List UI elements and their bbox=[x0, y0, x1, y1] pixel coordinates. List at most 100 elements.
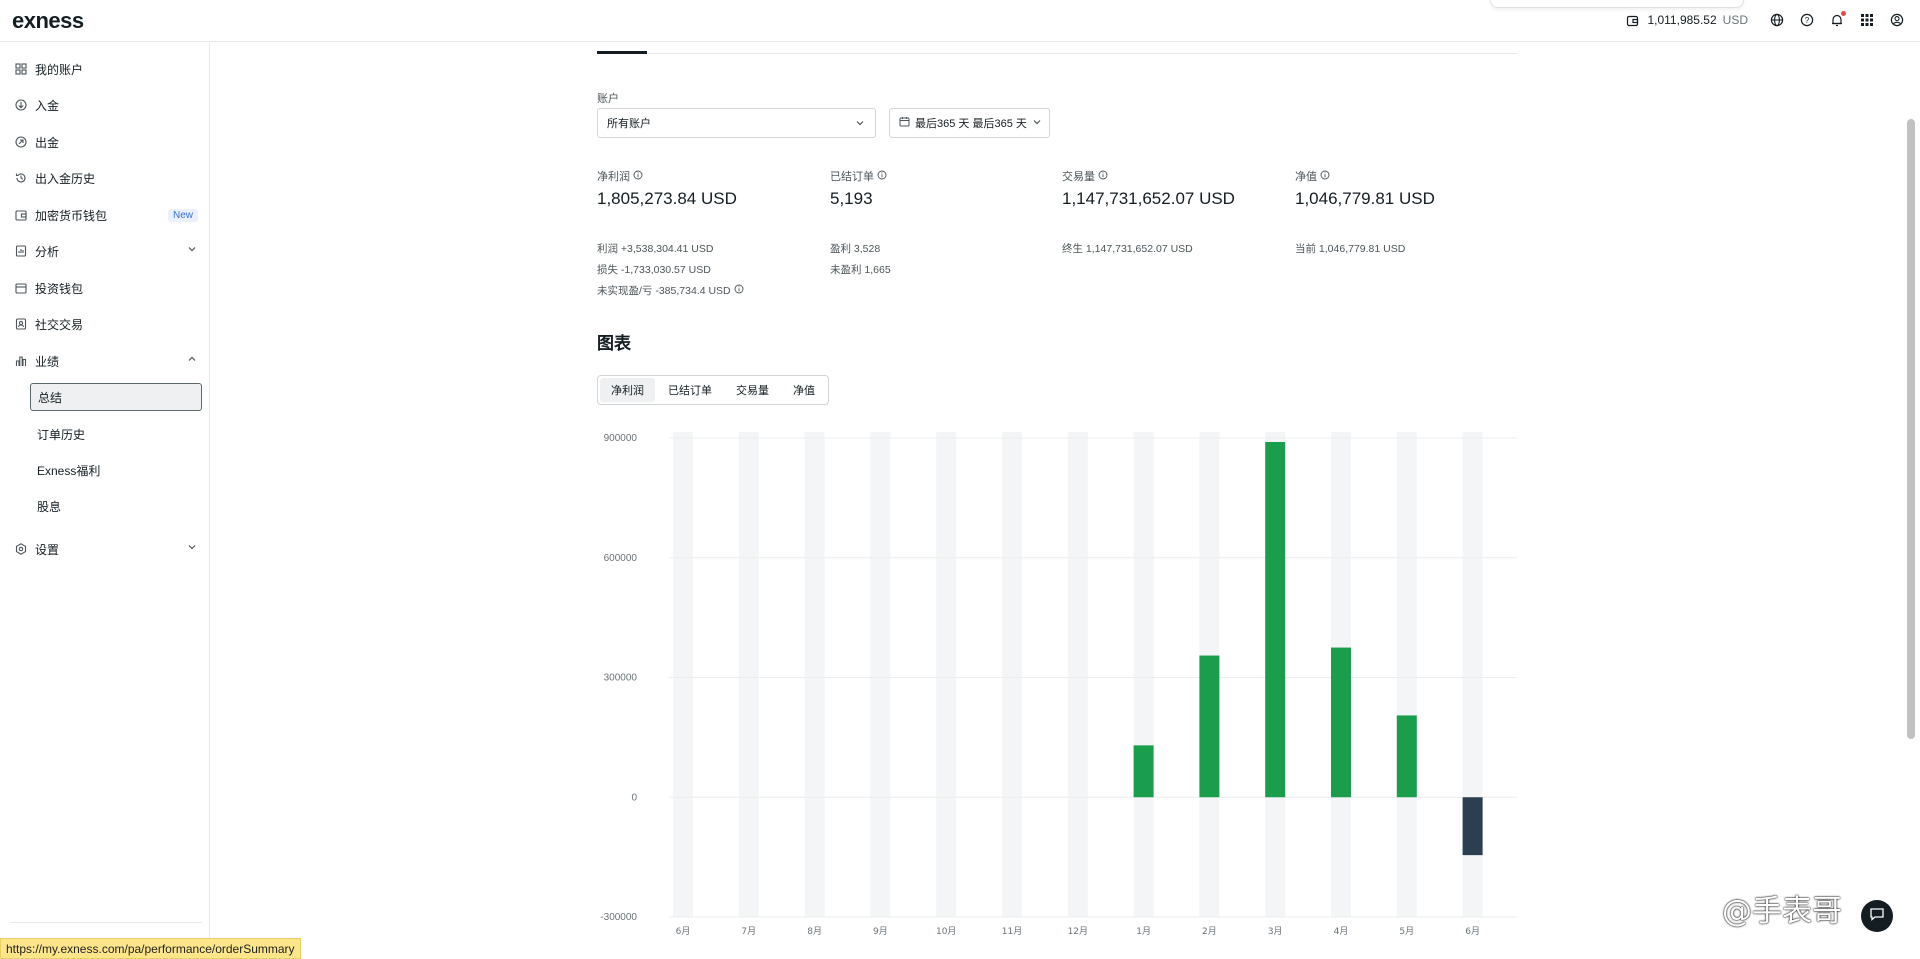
chart-section-title: 图表 bbox=[597, 334, 631, 353]
stat-trading-volume: 交易量 1,147,731,652.07 USD bbox=[1062, 168, 1282, 209]
sidebar-item-label: 分析 bbox=[35, 244, 60, 259]
info-icon[interactable] bbox=[633, 170, 643, 183]
chart-bar[interactable] bbox=[1199, 655, 1220, 798]
sidebar-item-social-trading[interactable]: 社交交易 bbox=[14, 312, 198, 336]
user-icon[interactable] bbox=[1888, 11, 1906, 29]
chart-bar[interactable] bbox=[1396, 715, 1417, 798]
y-tick-label: -300000 bbox=[600, 912, 637, 923]
closed-orders-breakdown: 盈利 3,528 未盈利 1,665 bbox=[830, 239, 891, 281]
watermark-text: @手表哥 bbox=[1722, 894, 1842, 929]
sidebar-item-deposit[interactable]: 入金 bbox=[14, 93, 198, 117]
chart-bar[interactable] bbox=[1462, 797, 1483, 856]
page-scrollbar[interactable] bbox=[1904, 43, 1918, 959]
sidebar-item-label: 入金 bbox=[35, 98, 60, 113]
history-icon bbox=[14, 171, 28, 185]
tab-net-profit[interactable]: 净利润 bbox=[600, 378, 655, 402]
x-tick-label: 12月 bbox=[1068, 926, 1088, 937]
bar-chart-icon bbox=[14, 354, 28, 368]
info-icon[interactable] bbox=[734, 281, 744, 302]
account-select[interactable]: 所有账户 bbox=[597, 108, 876, 138]
x-tick-label: 4月 bbox=[1334, 926, 1349, 937]
chevron-down-icon bbox=[1032, 117, 1042, 130]
chart-band bbox=[738, 432, 759, 917]
sidebar-item-label: 社交交易 bbox=[35, 317, 84, 332]
analysis-icon bbox=[14, 244, 28, 258]
chevron-down-icon bbox=[186, 541, 198, 556]
equity-breakdown: 当前 1,046,779.81 USD bbox=[1295, 239, 1405, 260]
info-icon[interactable] bbox=[1098, 170, 1108, 183]
sidebar-item-analysis[interactable]: 分析 bbox=[14, 239, 198, 263]
sidebar-item-crypto-wallet[interactable]: 加密货币钱包 New bbox=[14, 203, 198, 227]
sidebar-item-withdraw[interactable]: 出金 bbox=[14, 130, 198, 154]
date-range-select[interactable]: 最后365 天 最后365 天 bbox=[889, 108, 1050, 138]
chart-bar[interactable] bbox=[1133, 745, 1154, 798]
bell-icon[interactable] bbox=[1828, 11, 1846, 29]
sidebar-item-my-accounts[interactable]: 我的账户 bbox=[14, 57, 198, 81]
calendar-icon bbox=[899, 116, 910, 130]
balance-currency: USD bbox=[1722, 13, 1748, 27]
sidebar-item-settings[interactable]: 设置 bbox=[14, 537, 198, 561]
help-icon[interactable]: ? bbox=[1798, 11, 1816, 29]
withdraw-icon bbox=[14, 135, 28, 149]
sidebar-subitem-summary[interactable]: 总结 bbox=[30, 383, 202, 411]
balance-display[interactable]: 1,011,985.52 USD bbox=[1623, 11, 1748, 29]
info-icon[interactable] bbox=[877, 170, 887, 183]
unrealized-line: 未实现盈/亏 -385,734.4 USD bbox=[597, 285, 731, 297]
stat-value: 1,147,731,652.07 USD bbox=[1062, 189, 1235, 208]
chevron-down-icon bbox=[855, 118, 865, 131]
sidebar-item-label: 加密货币钱包 bbox=[35, 208, 108, 223]
tab-equity[interactable]: 净值 bbox=[782, 378, 826, 402]
chat-icon bbox=[1869, 906, 1885, 927]
chevron-up-icon bbox=[186, 353, 198, 368]
y-tick-label: 300000 bbox=[604, 673, 638, 684]
x-tick-label: 2月 bbox=[1202, 926, 1217, 937]
chart-bar[interactable] bbox=[1265, 441, 1286, 798]
loss-line: 损失 -1,733,030.57 USD bbox=[597, 264, 711, 276]
x-tick-label: 6月 bbox=[676, 926, 691, 937]
chart-band bbox=[1002, 432, 1022, 917]
sidebar-item-label: 设置 bbox=[35, 542, 60, 557]
sidebar-item-label: 业绩 bbox=[35, 354, 60, 369]
sidebar-subitem-order-history[interactable]: 订单历史 bbox=[30, 420, 202, 448]
account-select-value: 所有账户 bbox=[607, 118, 651, 130]
unprofitable-line: 未盈利 1,665 bbox=[830, 264, 891, 276]
header-actions: 1,011,985.52 USD ? bbox=[1623, 11, 1906, 29]
chart-band bbox=[870, 432, 891, 917]
sidebar-item-investment-wallet[interactable]: 投资钱包 bbox=[14, 276, 198, 300]
globe-icon[interactable] bbox=[1768, 11, 1786, 29]
sidebar-item-performance[interactable]: 业绩 bbox=[14, 349, 198, 373]
x-tick-label: 10月 bbox=[936, 926, 956, 937]
stat-net-profit: 净利润 1,805,273.84 USD bbox=[597, 168, 817, 209]
lifetime-line: 终生 1,147,731,652.07 USD bbox=[1062, 243, 1193, 255]
x-tick-label: 7月 bbox=[741, 926, 756, 937]
x-tick-label: 11月 bbox=[1002, 926, 1022, 937]
tab-volume[interactable]: 交易量 bbox=[725, 378, 780, 402]
sidebar-item-label: 出金 bbox=[35, 135, 60, 150]
sidebar-item-transaction-history[interactable]: 出入金历史 bbox=[14, 166, 198, 190]
y-tick-label: 900000 bbox=[604, 433, 638, 444]
volume-breakdown: 终生 1,147,731,652.07 USD bbox=[1062, 239, 1193, 260]
stat-value: 5,193 bbox=[830, 189, 873, 208]
chat-button[interactable] bbox=[1861, 900, 1893, 932]
tabs-baseline bbox=[597, 53, 1517, 54]
sidebar-subitem-dividends[interactable]: 股息 bbox=[30, 492, 202, 520]
chart-bar[interactable] bbox=[1331, 647, 1351, 798]
scrollbar-thumb[interactable] bbox=[1907, 119, 1915, 739]
stat-title: 交易量 bbox=[1062, 171, 1095, 183]
sidebar-item-label: 我的账户 bbox=[35, 62, 84, 77]
settings-icon bbox=[14, 542, 28, 556]
info-icon[interactable] bbox=[1320, 170, 1330, 183]
y-tick-label: 600000 bbox=[604, 553, 638, 564]
tab-closed-orders[interactable]: 已结订单 bbox=[657, 378, 723, 402]
sidebar-item-label: 出入金历史 bbox=[35, 171, 96, 186]
apps-grid-icon[interactable] bbox=[1858, 11, 1876, 29]
chart-band bbox=[1067, 432, 1088, 917]
chart-band bbox=[673, 432, 693, 917]
top-bar: exness 1,011,985.52 USD ? bbox=[0, 0, 1920, 42]
exness-logo[interactable]: exness bbox=[12, 8, 84, 34]
deposit-icon bbox=[14, 98, 28, 112]
x-tick-label: 5月 bbox=[1399, 926, 1414, 937]
stat-title: 已结订单 bbox=[830, 171, 874, 183]
sidebar-subitem-exness-benefits[interactable]: Exness福利 bbox=[30, 456, 202, 484]
new-badge: New bbox=[167, 208, 198, 222]
